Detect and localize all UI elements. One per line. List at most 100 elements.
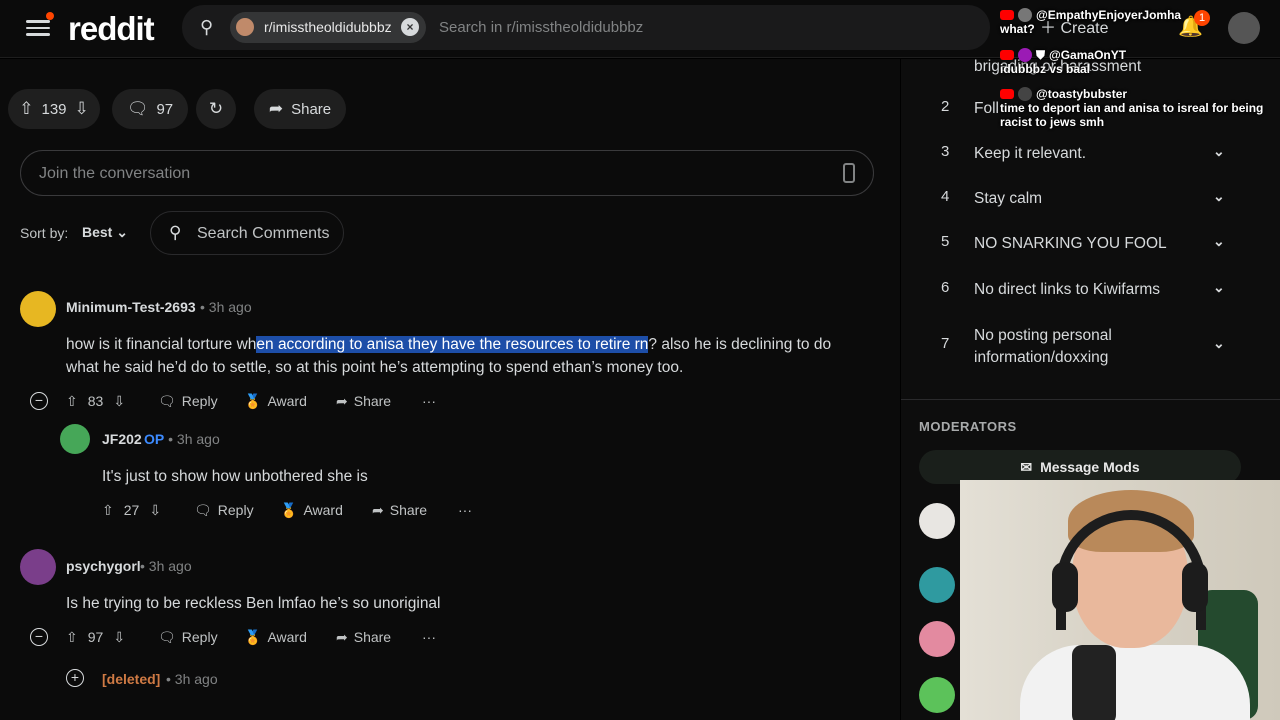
award-button[interactable]: 🏅 Award xyxy=(280,498,343,522)
reply-button[interactable]: 🗨 Reply xyxy=(194,498,254,522)
rule-number: 2 xyxy=(941,98,950,115)
downvote-icon[interactable]: ⇩ xyxy=(149,502,161,519)
comment-actions: ⇧ 83 ⇩ 🗨 Reply 🏅 Award ➦ Share ··· xyxy=(66,389,466,413)
search-icon: ⚲ xyxy=(169,223,182,242)
share-icon: ➦ xyxy=(372,501,384,518)
avatar[interactable] xyxy=(20,549,56,585)
award-button[interactable]: 🏅 Award xyxy=(244,389,307,413)
search-comments-button[interactable]: ⚲ Search Comments xyxy=(150,211,344,255)
youtube-icon xyxy=(1000,89,1014,99)
chat-text: what? xyxy=(1000,22,1035,36)
comment-time: • 3h ago xyxy=(140,558,192,574)
rule-label: Keep it relevant. xyxy=(974,145,1087,162)
chat-text: time to deport ian and anisa to isreal f… xyxy=(1000,101,1264,129)
upvote-icon[interactable]: ⇧ xyxy=(66,629,78,646)
comments-button[interactable]: 🗨 97 xyxy=(112,89,188,129)
comment-actions: ⇧ 97 ⇩ 🗨 Reply 🏅 Award ➦ Share ··· xyxy=(66,625,466,649)
award-button[interactable]: 🏅 Award xyxy=(244,625,307,649)
search-comments-label: Search Comments xyxy=(197,225,330,242)
avatar[interactable] xyxy=(60,424,90,454)
avatar[interactable] xyxy=(20,291,56,327)
comment-time-text: 3h ago xyxy=(174,671,218,687)
search-bar[interactable]: ⚲ r/imisstheoldidubbbz × Search in r/imi… xyxy=(182,5,990,50)
comment-actions: ⇧ 27 ⇩ 🗨 Reply 🏅 Award ➦ Share ··· xyxy=(102,498,502,522)
headset-cup-left xyxy=(1052,562,1078,612)
comment-time-text: 3h ago xyxy=(176,431,220,447)
rule-label: Stay calm xyxy=(974,190,1043,207)
vote-control: ⇧ 139 ⇩ xyxy=(8,89,100,129)
moderator-avatar[interactable] xyxy=(919,677,955,713)
chat-message: @EmpathyEnjoyerJomha what? xyxy=(1000,8,1275,36)
comment-author[interactable]: Minimum-Test-2693 xyxy=(66,299,196,315)
comment-composer[interactable]: Join the conversation xyxy=(20,150,874,196)
downvote-icon[interactable]: ⇩ xyxy=(113,393,125,410)
close-icon[interactable]: × xyxy=(401,18,419,36)
collapse-thread-icon[interactable]: − xyxy=(30,392,48,410)
expand-thread-icon[interactable]: + xyxy=(66,669,84,687)
downvote-icon[interactable]: ⇩ xyxy=(113,629,125,646)
downvote-icon[interactable]: ⇩ xyxy=(75,99,89,119)
reddit-logo[interactable]: reddit xyxy=(68,10,155,48)
chat-message: ⛊ @GamaOnYT idubbbz vs baal xyxy=(1000,48,1275,76)
comment-text: how is it financial torture wh xyxy=(66,336,257,353)
message-mods-label: Message Mods xyxy=(1040,459,1140,475)
vote-count: 83 xyxy=(87,393,104,409)
search-icon: ⚲ xyxy=(200,17,214,37)
rule-number: 7 xyxy=(941,335,950,352)
crosspost-button[interactable]: ↻ xyxy=(196,89,236,129)
chat-user: @EmpathyEnjoyerJomha xyxy=(1036,8,1182,22)
rule-number: 6 xyxy=(941,279,950,296)
comment-icon: 🗨 xyxy=(126,99,149,118)
comment-author[interactable]: JF202 xyxy=(102,431,142,447)
comment-author[interactable]: psychygorl xyxy=(66,558,141,574)
rule-number: 4 xyxy=(941,188,950,205)
share-button[interactable]: ➦ Share xyxy=(372,498,427,522)
award-icon: 🏅 xyxy=(244,628,262,645)
vote-count: 27 xyxy=(123,502,140,518)
award-label: Award xyxy=(267,629,307,645)
subreddit-chip[interactable]: r/imisstheoldidubbbz × xyxy=(230,12,426,43)
share-button[interactable]: ➦ Share xyxy=(336,389,391,413)
youtube-icon xyxy=(1000,10,1014,20)
reply-button[interactable]: 🗨 Reply xyxy=(158,389,218,413)
share-button[interactable]: ➦ Share xyxy=(336,625,391,649)
selected-text: en according to anisa they have the reso… xyxy=(256,336,649,353)
upvote-icon[interactable]: ⇧ xyxy=(66,393,78,410)
sort-value: Best xyxy=(82,224,113,240)
upvote-icon[interactable]: ⇧ xyxy=(102,502,114,519)
share-button[interactable]: ➦ Share xyxy=(254,89,346,129)
vote-count: 97 xyxy=(87,629,104,645)
comment-count: 97 xyxy=(156,100,174,118)
sort-dropdown[interactable]: Best ⌄ xyxy=(82,224,128,241)
headset-cup-right xyxy=(1182,562,1208,612)
chat-user: @toastybubster xyxy=(1036,87,1128,101)
share-label: Share xyxy=(353,629,392,645)
chevron-down-icon: ⌄ xyxy=(1213,279,1225,295)
more-options-icon[interactable]: ··· xyxy=(458,498,472,522)
share-label: Share xyxy=(389,502,428,518)
op-flair: OP xyxy=(144,431,165,447)
collapse-thread-icon[interactable]: − xyxy=(30,628,48,646)
search-input[interactable]: Search in r/imisstheoldidubbbz xyxy=(439,19,643,36)
moderator-avatar[interactable] xyxy=(919,567,955,603)
chat-message: @toastybubster time to deport ian and an… xyxy=(1000,87,1275,129)
more-options-icon[interactable]: ··· xyxy=(422,625,436,649)
moderator-avatar[interactable] xyxy=(919,503,955,539)
sort-label: Sort by: xyxy=(20,225,69,241)
more-options-icon[interactable]: ··· xyxy=(422,389,436,413)
vote-control: ⇧ 27 ⇩ xyxy=(102,498,161,522)
reply-icon: 🗨 xyxy=(158,628,176,645)
comment-body: It's just to show how unbothered she is xyxy=(102,468,368,485)
award-label: Award xyxy=(267,393,307,409)
reply-button[interactable]: 🗨 Reply xyxy=(158,625,218,649)
microphone xyxy=(1072,645,1116,720)
crosspost-icon: ↻ xyxy=(208,99,224,118)
moderators-header: MODERATORS xyxy=(919,419,1017,434)
upvote-icon[interactable]: ⇧ xyxy=(19,99,33,119)
chevron-down-icon: ⌄ xyxy=(116,224,128,240)
share-icon: ➦ xyxy=(268,99,284,118)
menu-icon[interactable] xyxy=(26,12,54,40)
moderator-avatar[interactable] xyxy=(919,621,955,657)
formatting-icon[interactable] xyxy=(843,163,855,183)
message-mods-button[interactable]: ✉ Message Mods xyxy=(919,450,1241,484)
